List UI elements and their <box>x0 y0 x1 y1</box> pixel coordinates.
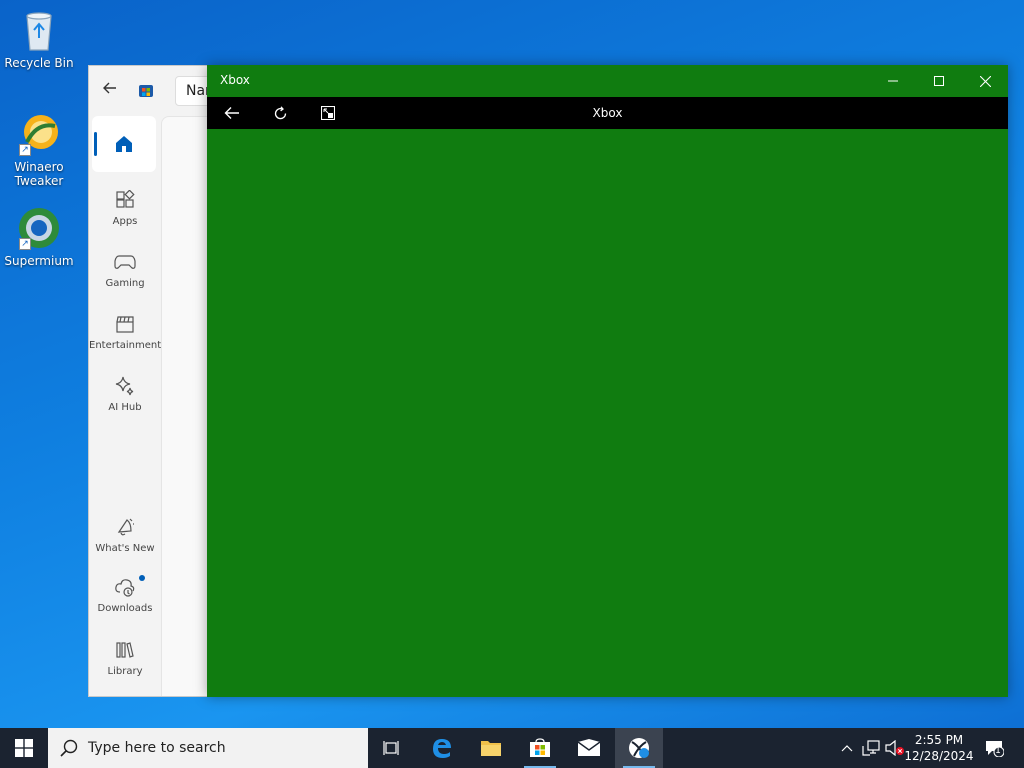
task-view-icon <box>383 741 399 755</box>
store-logo-icon <box>138 82 154 98</box>
desktop-icon-supermium[interactable]: ↗ Supermium <box>1 206 77 268</box>
taskbar-edge[interactable] <box>418 728 466 768</box>
window-title: Xbox <box>220 73 250 87</box>
notification-count: 1 <box>995 746 1001 756</box>
clock[interactable]: 2:55 PM 12/28/2024 <box>904 732 974 764</box>
desktop-icon-recycle-bin[interactable]: Recycle Bin <box>1 8 77 70</box>
search-icon <box>60 739 78 757</box>
xbox-icon <box>629 738 649 758</box>
clock-date: 12/28/2024 <box>904 749 974 763</box>
windows-logo-icon <box>15 739 33 757</box>
desktop-icon-label: Winaero Tweaker <box>14 160 64 188</box>
maximize-button[interactable] <box>916 65 962 97</box>
winaero-tweaker-icon: ↗ <box>17 112 61 156</box>
chevron-up-icon <box>841 745 853 752</box>
store-title-bar: Nar <box>89 66 217 116</box>
nav-selected-indicator <box>94 132 97 156</box>
taskbar-search-box[interactable]: Type here to search <box>48 728 368 768</box>
gamepad-icon <box>89 250 161 274</box>
store-icon <box>530 738 550 757</box>
shortcut-arrow-icon: ↗ <box>19 144 31 156</box>
library-icon <box>89 638 161 662</box>
nav-ai-hub[interactable]: AI Hub <box>89 374 161 413</box>
nav-downloads[interactable]: Downloads <box>89 575 161 614</box>
toolbar-title: Xbox <box>592 106 623 120</box>
taskbar-microsoft-store[interactable] <box>516 728 564 768</box>
edge-icon <box>433 739 451 758</box>
xbox-window: Xbox Xbox <box>207 65 1008 697</box>
minimize-button[interactable] <box>870 65 916 97</box>
nav-home[interactable] <box>92 116 156 172</box>
volume-button[interactable] <box>884 728 906 768</box>
apps-icon <box>89 188 161 212</box>
close-icon <box>979 75 991 87</box>
nav-entertainment[interactable]: Entertainment <box>89 312 161 351</box>
sparkle-icon <box>89 374 161 398</box>
mail-icon <box>577 739 601 756</box>
desktop-icon-winaero-tweaker[interactable]: ↗ Winaero Tweaker <box>1 112 77 188</box>
nav-apps[interactable]: Apps <box>89 188 161 227</box>
taskbar-xbox[interactable] <box>615 728 663 768</box>
nav-label: Library <box>107 666 143 677</box>
task-view-button[interactable] <box>368 728 416 768</box>
nav-gaming[interactable]: Gaming <box>89 250 161 289</box>
nav-label: AI Hub <box>108 402 142 413</box>
xbox-title-bar[interactable]: Xbox <box>207 65 1008 97</box>
nav-whats-new[interactable]: What's New <box>89 515 161 554</box>
nav-label: Gaming <box>105 278 145 289</box>
shortcut-arrow-icon: ↗ <box>19 238 31 250</box>
nav-label: Entertainment <box>89 340 162 351</box>
xbox-content-area <box>207 129 1008 697</box>
desktop-icon-label: Supermium <box>4 254 74 268</box>
home-icon <box>92 116 156 172</box>
clapperboard-icon <box>89 312 161 336</box>
nav-label: Downloads <box>97 603 153 614</box>
store-window: Nar Apps Gaming Entertainment AI Hub Wha… <box>88 65 218 697</box>
cloud-download-icon <box>89 575 161 599</box>
supermium-icon: ↗ <box>17 206 61 250</box>
download-badge-dot <box>139 575 145 581</box>
network-icon <box>862 740 880 756</box>
taskbar-file-explorer[interactable] <box>467 728 515 768</box>
taskbar-mail[interactable] <box>565 728 613 768</box>
close-button[interactable] <box>962 65 1008 97</box>
network-button[interactable] <box>860 728 882 768</box>
minimize-icon <box>888 80 898 82</box>
megaphone-icon <box>89 515 161 539</box>
clock-time: 2:55 PM <box>914 733 964 747</box>
nav-label: Apps <box>112 216 138 227</box>
action-center-button[interactable]: 1 <box>980 728 1008 768</box>
taskbar: Type here to search 2:55 PM 12/28/2024 1 <box>0 728 1024 768</box>
maximize-icon <box>934 76 944 86</box>
folder-icon <box>481 741 501 756</box>
nav-label: What's New <box>95 543 155 554</box>
recycle-bin-icon <box>17 8 61 52</box>
show-hidden-icons-button[interactable] <box>838 728 856 768</box>
nav-library[interactable]: Library <box>89 638 161 677</box>
volume-muted-icon <box>885 740 904 756</box>
search-placeholder: Type here to search <box>88 740 226 756</box>
start-button[interactable] <box>0 728 48 768</box>
back-arrow-icon[interactable] <box>103 80 117 99</box>
xbox-toolbar: Xbox <box>207 97 1008 129</box>
desktop-icon-label: Recycle Bin <box>4 56 74 70</box>
